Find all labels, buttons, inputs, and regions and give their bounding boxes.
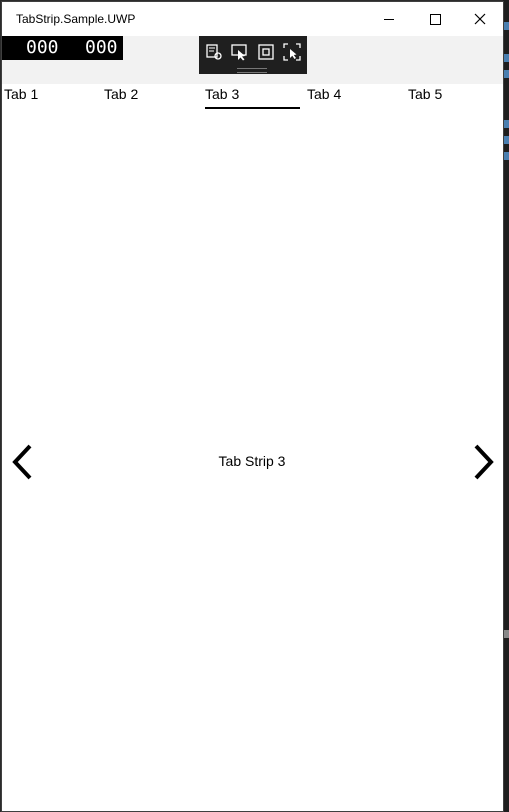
- tab-4[interactable]: Tab 4: [307, 86, 341, 110]
- maximize-button[interactable]: [412, 2, 458, 36]
- tab-content-label: Tab Strip 3: [218, 453, 286, 469]
- frame-rate-counter: 000 000: [2, 36, 123, 60]
- toolbar-drag-handle[interactable]: [237, 68, 267, 73]
- fps-right-value: 000: [85, 37, 118, 58]
- tab-1[interactable]: Tab 1: [4, 86, 38, 110]
- previous-tab-button[interactable]: [10, 442, 38, 482]
- close-button[interactable]: [457, 2, 503, 36]
- chevron-right-icon: [474, 444, 494, 480]
- app-window: TabStrip.Sample.UWP 000 000 Tab 1 Tab 2 …: [1, 1, 504, 812]
- minimize-icon: [384, 18, 394, 20]
- tab-5[interactable]: Tab 5: [408, 86, 442, 110]
- display-layout-adorners-icon[interactable]: [257, 43, 275, 61]
- select-element-icon[interactable]: [231, 43, 249, 61]
- tab-strip-header: Tab 1 Tab 2 Tab 3 Tab 4 Tab 5: [2, 86, 503, 112]
- minimize-button[interactable]: [366, 2, 412, 36]
- close-icon: [474, 13, 486, 25]
- live-visual-tree-icon[interactable]: [205, 43, 223, 61]
- chevron-left-icon: [12, 444, 32, 480]
- tab-2[interactable]: Tab 2: [104, 86, 138, 110]
- window-title: TabStrip.Sample.UWP: [16, 12, 136, 26]
- fps-left-value: 000: [26, 37, 59, 58]
- maximize-icon: [429, 13, 441, 25]
- title-bar[interactable]: TabStrip.Sample.UWP: [2, 2, 503, 36]
- in-app-debug-toolbar: [199, 36, 307, 74]
- selected-tab-indicator: [205, 107, 300, 109]
- track-focus-icon[interactable]: [283, 43, 301, 61]
- debug-band: 000 000: [2, 36, 503, 84]
- next-tab-button[interactable]: [468, 442, 496, 482]
